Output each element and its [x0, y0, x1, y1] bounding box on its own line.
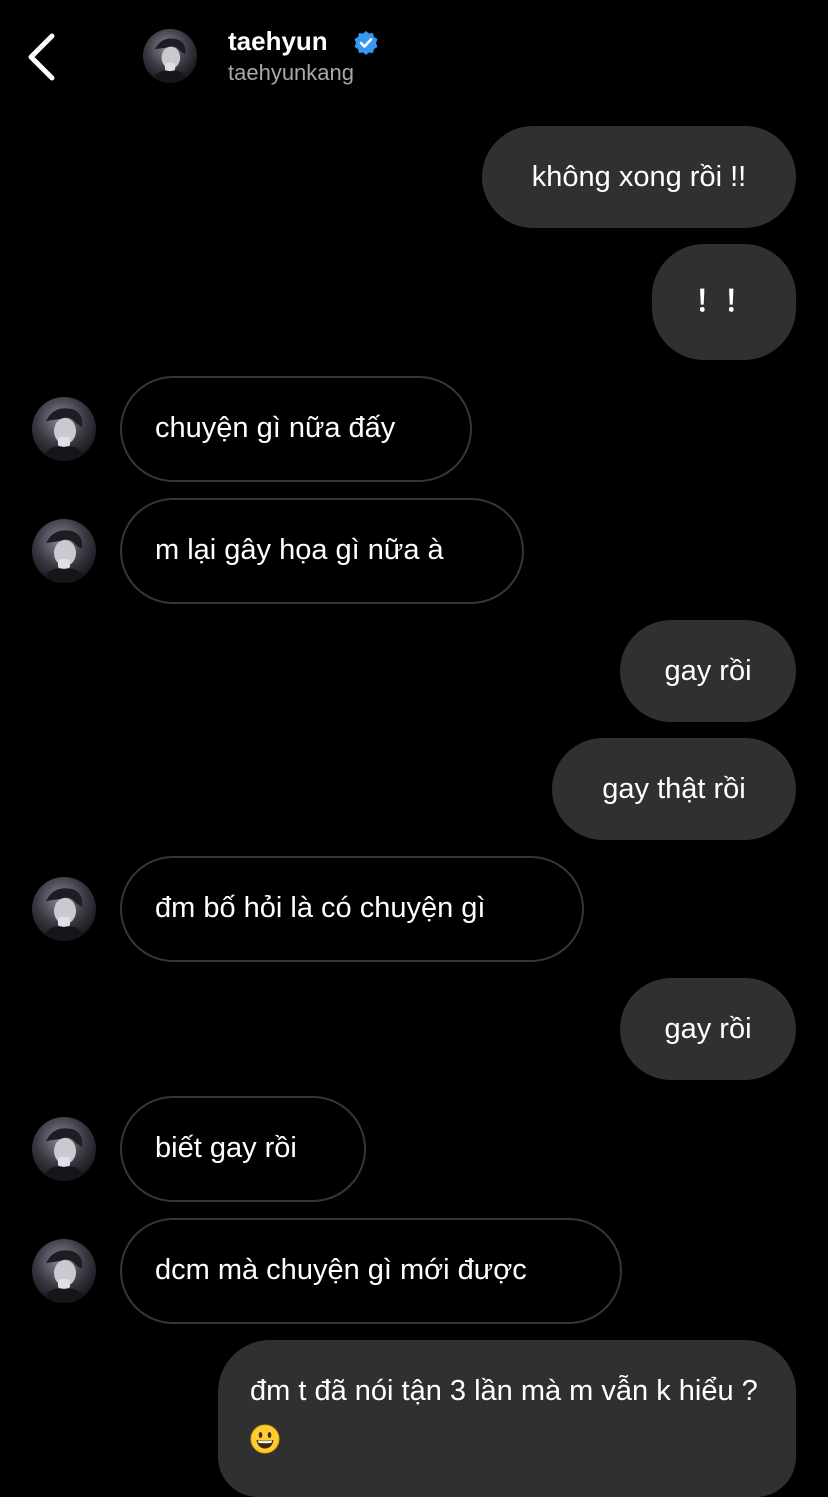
- sender-avatar[interactable]: [32, 397, 96, 461]
- sender-avatar[interactable]: [32, 1117, 96, 1181]
- sender-avatar[interactable]: [32, 877, 96, 941]
- message-bubble-outgoing[interactable]: gay rồi: [620, 978, 796, 1080]
- message-bubble-incoming[interactable]: đm bố hỏi là có chuyện gì: [120, 856, 584, 962]
- profile-avatar[interactable]: [143, 29, 197, 83]
- message-bubble-incoming[interactable]: m lại gây họa gì nữa à: [120, 498, 524, 604]
- message-text: biết gay rồi: [155, 1132, 297, 1164]
- message-text: gay thật rồi: [602, 773, 746, 805]
- message-bubble-outgoing[interactable]: gay thật rồi: [552, 738, 796, 840]
- message-text: gay rồi: [664, 1013, 752, 1045]
- message-text: chuyện gì nữa đấy: [155, 412, 396, 444]
- verified-badge-icon: [354, 31, 378, 55]
- contact-username: taehyunkang: [228, 60, 354, 85]
- message-text: đm bố hỏi là có chuyện gì: [155, 892, 486, 924]
- message-bubble-incoming[interactable]: chuyện gì nữa đấy: [120, 376, 472, 482]
- message-bubble-outgoing[interactable]: gay rồi: [620, 620, 796, 722]
- message-text: không xong rồi !!: [531, 161, 747, 193]
- message-text: m lại gây họa gì nữa à: [155, 534, 444, 566]
- message-bubble-outgoing[interactable]: đm t đã nói tận 3 lần mà m vẫn k hiểu ?: [218, 1340, 796, 1497]
- message-text: dcm mà chuyện gì mới được: [155, 1254, 527, 1286]
- message-bubble-outgoing[interactable]: ！！: [652, 244, 796, 360]
- chat-header: taehyun taehyunkang: [0, 0, 828, 110]
- message-text: gay rồi: [664, 655, 752, 687]
- message-bubble-incoming[interactable]: dcm mà chuyện gì mới được: [120, 1218, 622, 1324]
- sender-avatar[interactable]: [32, 1239, 96, 1303]
- message-text: ！！: [694, 286, 753, 318]
- contact-name[interactable]: taehyun: [228, 25, 328, 57]
- message-bubble-outgoing[interactable]: không xong rồi !!: [482, 126, 796, 228]
- grinning-face-emoji-icon: [250, 1424, 280, 1454]
- back-button[interactable]: [22, 30, 66, 84]
- sender-avatar[interactable]: [32, 519, 96, 583]
- message-bubble-incoming[interactable]: biết gay rồi: [120, 1096, 366, 1202]
- message-text: đm t đã nói tận 3 lần mà m vẫn k hiểu ?: [250, 1375, 758, 1407]
- chevron-left-icon: [28, 33, 55, 81]
